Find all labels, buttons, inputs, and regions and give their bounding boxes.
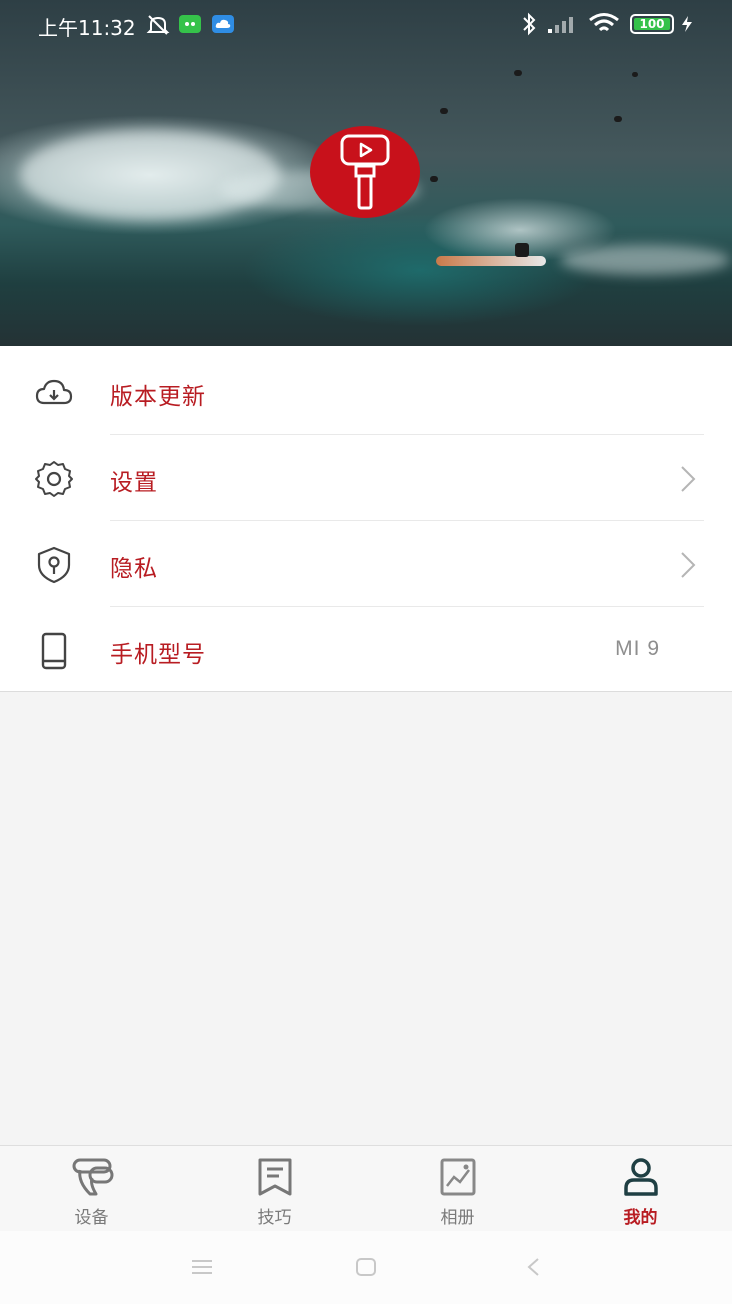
menu-item-label: 手机型号 [110,642,206,668]
chevron-right-icon [681,552,696,578]
tab-label: 设备 [74,1208,109,1228]
app-logo [310,126,420,218]
menu-item-settings[interactable]: 设置 [0,435,732,521]
status-bar: 上午11:32 100 [0,0,732,50]
gallery-icon [440,1158,476,1196]
menu-key-icon[interactable] [190,1257,214,1277]
status-time: 上午11:32 [38,16,136,40]
gimbal-icon [72,1158,114,1196]
bottom-tab-bar: 设备 技巧 相册 我的 [0,1145,732,1232]
battery-level: 100 [639,17,665,31]
menu-item-label: 设置 [110,470,158,496]
assistant-app-icon [179,15,201,33]
tab-album[interactable]: 相册 [366,1146,549,1232]
back-key-icon[interactable] [524,1257,544,1277]
tab-label: 技巧 [257,1208,292,1228]
tab-mine[interactable]: 我的 [549,1146,732,1232]
charging-icon [682,16,692,32]
profile-header-image [0,0,732,346]
person-icon [624,1158,658,1196]
cloud-app-icon [212,15,234,33]
cloud-download-icon [35,379,73,405]
home-key-icon[interactable] [354,1257,378,1277]
shield-lock-icon [37,546,71,584]
tab-tips[interactable]: 技巧 [183,1146,366,1232]
menu-item-phone-model: 手机型号 MI 9 [0,607,732,693]
tab-device[interactable]: 设备 [0,1146,183,1232]
chevron-right-icon [681,466,696,492]
wifi-icon [589,13,619,32]
bluetooth-icon [523,12,536,36]
phone-model-value: MI 9 [615,637,660,660]
settings-menu: 版本更新 设置 隐私 手机型号 MI 9 [0,346,732,692]
menu-item-label: 版本更新 [110,384,206,410]
signal-icon [548,17,573,33]
system-navigation-bar [0,1231,732,1304]
menu-item-label: 隐私 [110,556,158,582]
tab-label: 我的 [623,1208,658,1228]
battery-icon: 100 [630,14,674,34]
phone-icon [41,632,67,670]
menu-item-version-update[interactable]: 版本更新 [0,349,732,435]
bookmark-icon [258,1158,292,1196]
tab-label: 相册 [440,1208,475,1228]
gear-icon [35,461,73,497]
bell-muted-icon [146,15,170,35]
menu-item-privacy[interactable]: 隐私 [0,521,732,607]
